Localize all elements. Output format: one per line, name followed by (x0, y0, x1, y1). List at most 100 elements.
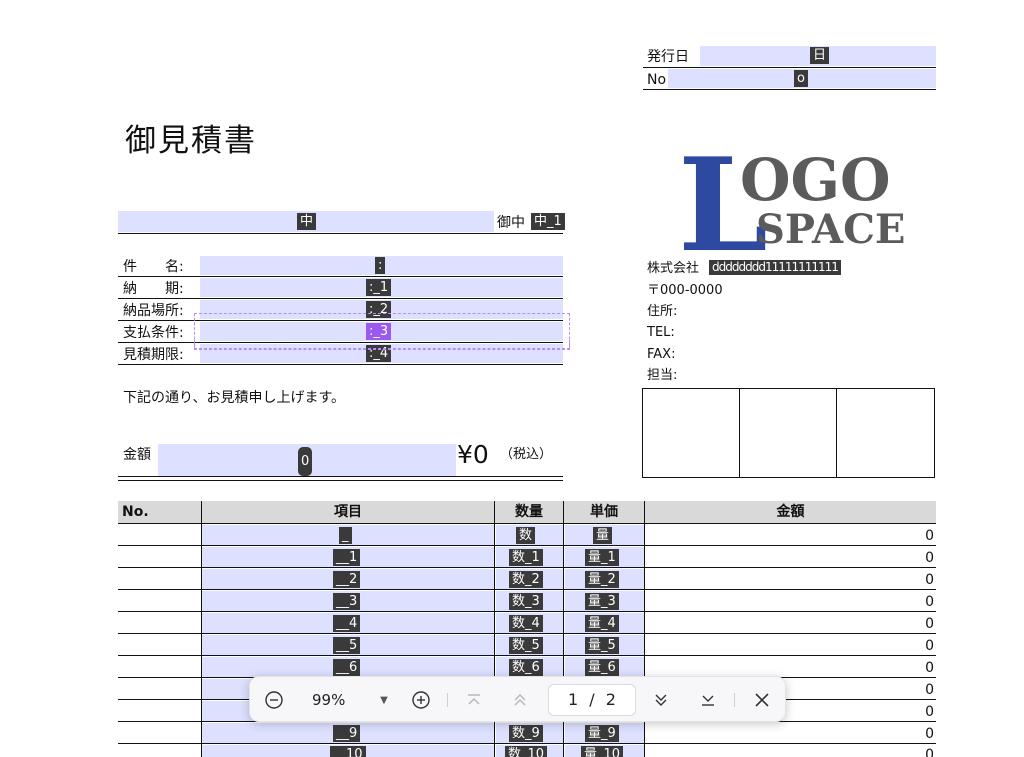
row-item-tag[interactable]: __10 (330, 746, 366, 757)
row-unit-tag[interactable]: 量_1 (585, 549, 619, 566)
row-amount: 0 (925, 528, 934, 544)
col-header-amount: 金額 (645, 501, 936, 523)
double-chevron-down-icon (655, 694, 667, 706)
toolbar-separator (447, 693, 448, 707)
col-header-item: 項目 (202, 501, 494, 523)
row-amount: 0 (925, 682, 934, 698)
first-page-button[interactable] (462, 688, 486, 712)
zoom-level[interactable]: 99% (312, 691, 345, 709)
caret-down-icon: ▼ (380, 694, 388, 706)
row-qty-tag[interactable]: 数_4 (509, 615, 543, 632)
client-suffix-tag[interactable]: 中_1 (531, 213, 565, 230)
info-tag[interactable]: : (375, 257, 386, 274)
row-amount: 0 (925, 726, 934, 742)
table-header-rule (118, 523, 936, 524)
row-item-tag[interactable]: __5 (333, 637, 361, 654)
row-unit-tag[interactable]: 量_5 (585, 637, 619, 654)
info-label: 件 名: (123, 259, 184, 275)
logo-line1: OGO (740, 146, 891, 214)
total-value: ¥0 (457, 440, 489, 469)
info-tag[interactable]: :_1 (366, 279, 392, 296)
row-qty-tag[interactable]: 数_3 (509, 593, 543, 610)
row-rule (118, 611, 936, 612)
total-tag[interactable]: 0 (298, 447, 313, 476)
client-rule (118, 233, 563, 234)
row-amount: 0 (925, 638, 934, 654)
issue-date-tag[interactable]: 日 (810, 47, 830, 64)
info-rule (118, 298, 563, 299)
company-tel: TEL: (647, 325, 675, 340)
company-name: 株式会社 (647, 261, 700, 276)
row-qty-tag[interactable]: 数_9 (509, 725, 543, 742)
stamp-divider (739, 389, 740, 477)
logo-line2: SPACE (756, 206, 906, 253)
issue-no-rule (643, 89, 936, 90)
zoom-out-button[interactable] (262, 688, 286, 712)
row-unit-tag[interactable]: 量_2 (585, 571, 619, 588)
zoom-in-button[interactable] (409, 688, 433, 712)
info-rule (118, 276, 563, 277)
row-unit-tag[interactable]: 量_10 (581, 746, 624, 757)
row-unit-tag[interactable]: 量_6 (585, 659, 619, 676)
col-header-qty: 数量 (495, 501, 563, 523)
page-total: 2 (605, 690, 616, 709)
col-header-unit: 単価 (564, 501, 644, 523)
row-amount: 0 (925, 550, 934, 566)
row-qty-tag[interactable]: 数_1 (509, 549, 543, 566)
close-icon (755, 693, 769, 707)
company-postal: 〒000-0000 (647, 283, 723, 298)
row-amount: 0 (925, 704, 934, 720)
row-unit-tag[interactable]: 量 (593, 527, 613, 544)
row-amount: 0 (925, 747, 934, 757)
company-contact: 担当: (647, 368, 678, 383)
row-rule (118, 743, 936, 744)
issue-date-label: 発行日 (647, 49, 689, 65)
row-amount: 0 (925, 572, 934, 588)
client-name-tag[interactable]: 中 (297, 213, 317, 230)
row-rule (118, 633, 936, 634)
row-qty-tag[interactable]: 数_6 (509, 659, 543, 676)
row-item-tag[interactable]: __1 (333, 549, 361, 566)
info-label: 見積期限: (123, 347, 184, 363)
row-amount: 0 (925, 594, 934, 610)
plus-circle-icon (412, 691, 430, 709)
row-unit-tag[interactable]: 量_4 (585, 615, 619, 632)
total-rule (118, 476, 563, 477)
row-item-tag[interactable]: __9 (333, 725, 361, 742)
row-qty-tag[interactable]: 数_10 (505, 746, 548, 757)
page-indicator[interactable]: 1 / 2 (548, 684, 636, 716)
info-label: 納品場所: (123, 303, 184, 319)
info-label: 支払条件: (123, 325, 184, 341)
row-qty-tag[interactable]: 数 (516, 527, 536, 544)
previous-page-button[interactable] (508, 688, 532, 712)
row-rule (118, 655, 936, 656)
row-amount: 0 (925, 660, 934, 676)
last-page-button[interactable] (696, 688, 720, 712)
close-toolbar-button[interactable] (750, 688, 774, 712)
issue-no-label: No (647, 72, 667, 88)
row-unit-tag[interactable]: 量_3 (585, 593, 619, 610)
row-item-tag[interactable]: __6 (333, 659, 361, 676)
info-label: 納 期: (123, 281, 184, 297)
row-unit-tag[interactable]: 量_9 (585, 725, 619, 742)
zoom-dropdown-button[interactable]: ▼ (372, 688, 396, 712)
selection-outline-inner (194, 340, 570, 350)
issue-no-tag[interactable]: o (794, 70, 808, 87)
stamp-divider (836, 389, 837, 477)
row-qty-tag[interactable]: 数_2 (509, 571, 543, 588)
row-item-tag[interactable]: _ (339, 527, 352, 544)
greeting-text: 下記の通り、お見積申し上げます。 (123, 390, 346, 406)
page-current[interactable]: 1 (568, 690, 578, 709)
row-amount: 0 (925, 616, 934, 632)
page-title: 御見積書 (125, 123, 257, 159)
row-qty-tag[interactable]: 数_5 (509, 637, 543, 654)
row-rule (118, 545, 936, 546)
row-item-tag[interactable]: __4 (333, 615, 361, 632)
company-name-tag[interactable]: dddddddd11111111111 (709, 260, 841, 275)
row-item-tag[interactable]: __3 (333, 593, 361, 610)
row-item-tag[interactable]: __2 (333, 571, 361, 588)
client-suffix: 御中 (497, 215, 525, 231)
next-page-button[interactable] (649, 688, 673, 712)
minus-circle-icon (265, 691, 283, 709)
toolbar-separator (734, 693, 735, 707)
